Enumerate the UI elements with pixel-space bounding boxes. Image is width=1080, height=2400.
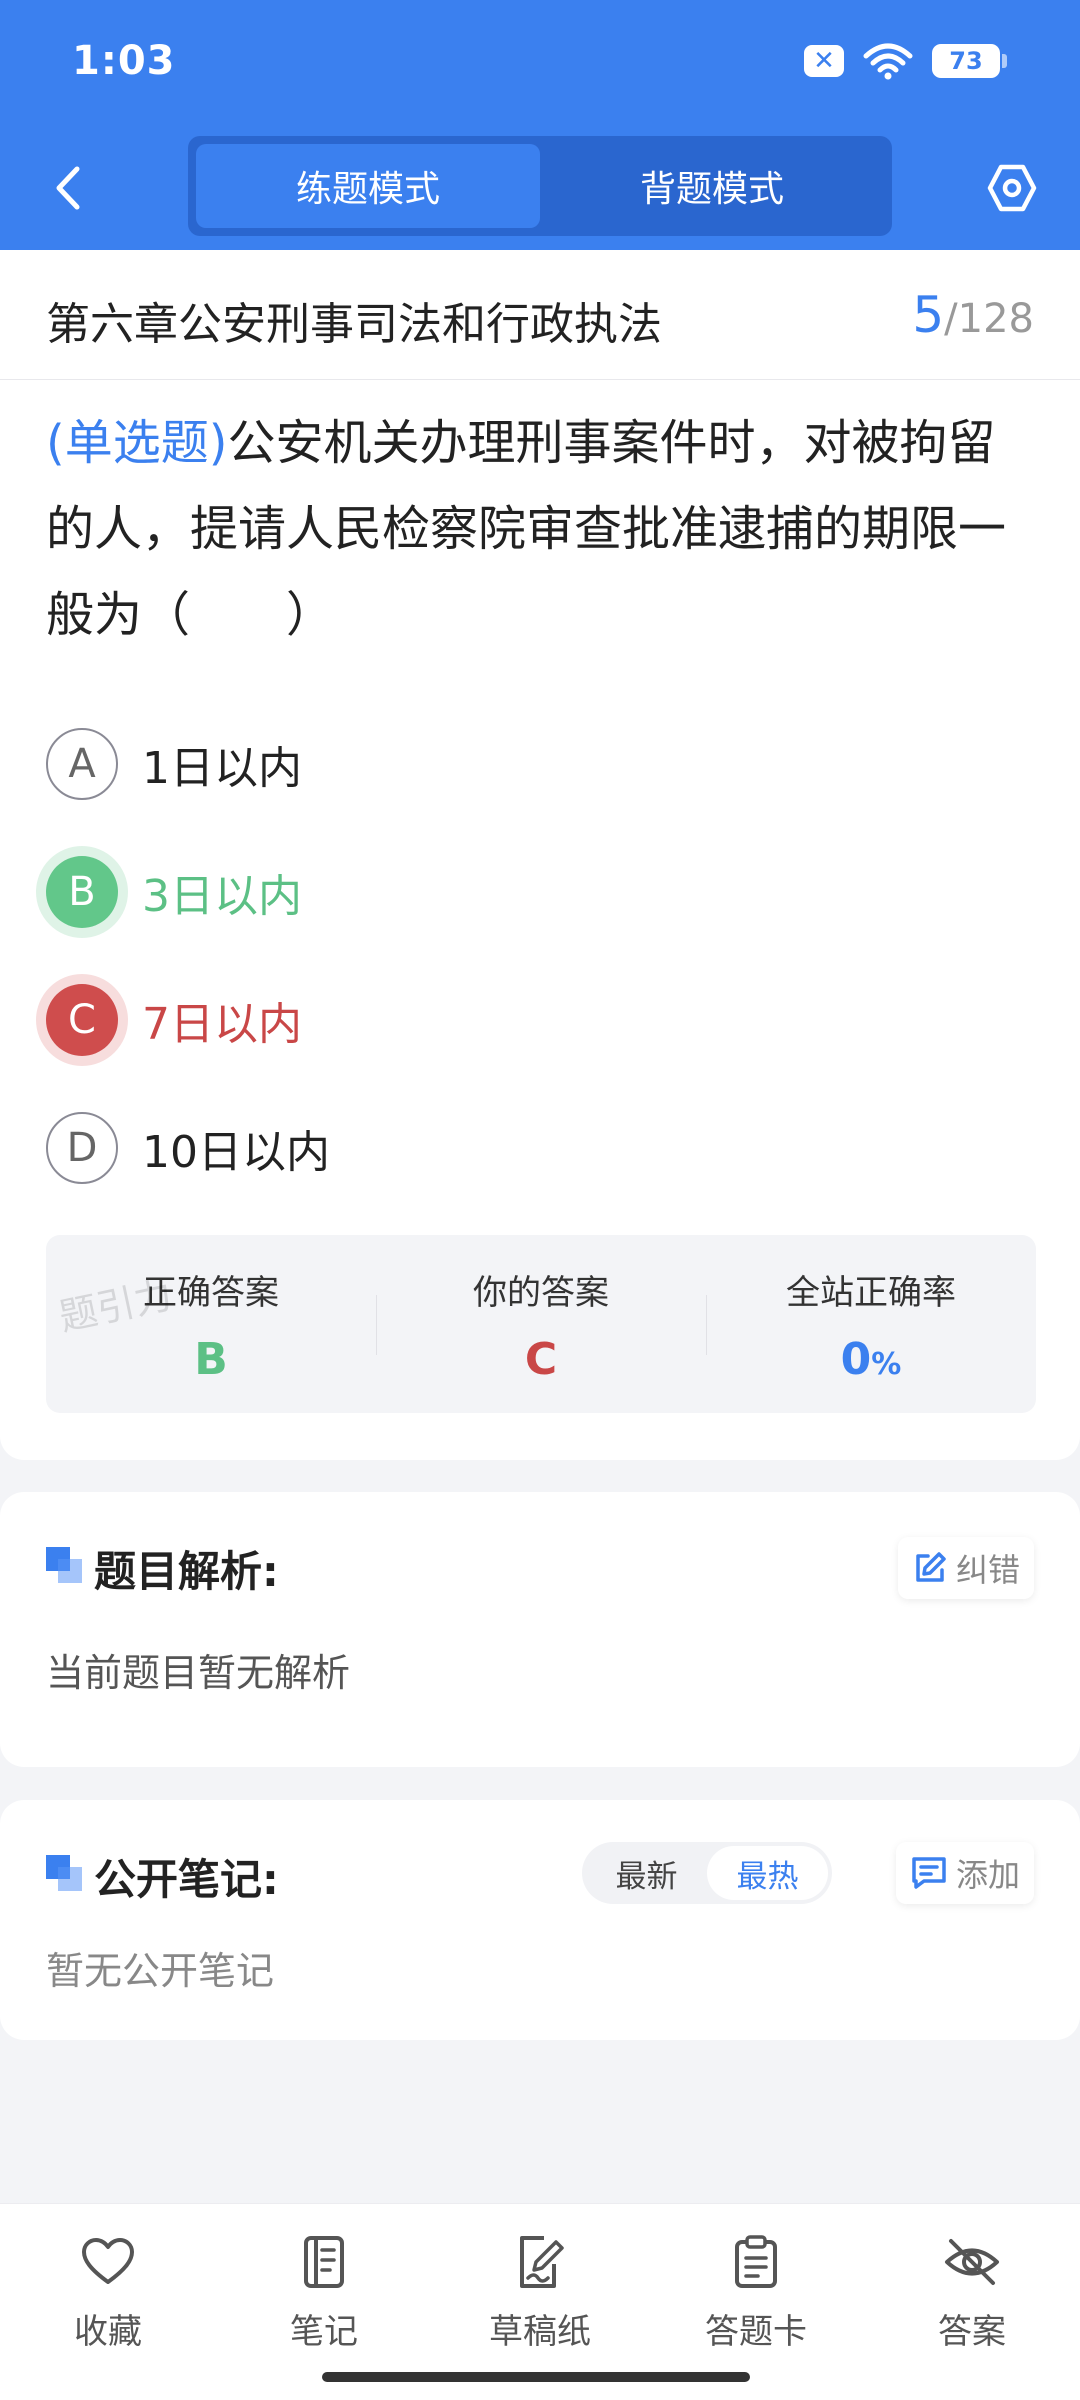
bottom-toolbar: 收藏 笔记 草稿纸 答题卡 答案 <box>0 2203 1080 2400</box>
chevron-left-icon <box>56 166 80 210</box>
option-c[interactable]: C 7日以内 <box>46 956 1036 1084</box>
report-error-label: 纠错 <box>955 1551 1020 1589</box>
notes-card: 公开笔记: 最新 最热 添加 暂无公开笔记 <box>0 1800 1080 2040</box>
tab-label: 答案 <box>938 2312 1006 2352</box>
home-indicator[interactable] <box>322 2372 750 2382</box>
back-button[interactable] <box>38 156 98 220</box>
chapter-title: 第六章公安刑事司法和行政执法 <box>46 299 662 350</box>
sort-hottest[interactable]: 最热 <box>707 1846 828 1900</box>
status-time: 1:03 <box>72 38 176 84</box>
question-card: 第六章公安刑事司法和行政执法 5/128 (单选题)公安机关办理刑事案件时，对被… <box>0 250 1080 1460</box>
option-text: 7日以内 <box>142 999 302 1050</box>
notebook-icon <box>294 2232 354 2292</box>
question-progress: 5/128 <box>912 286 1034 344</box>
chapter-row: 第六章公安刑事司法和行政执法 5/128 <box>0 250 1080 380</box>
tab-label: 答题卡 <box>705 2312 807 2352</box>
tab-favorite[interactable]: 收藏 <box>28 2232 188 2353</box>
correct-answer-value: B <box>194 1334 228 1385</box>
notes-sort-toggle: 最新 最热 <box>582 1842 832 1904</box>
analysis-empty-text: 当前题目暂无解析 <box>46 1651 351 1695</box>
accuracy-col: 全站正确率 0% <box>706 1235 1036 1413</box>
add-note-label: 添加 <box>955 1856 1020 1894</box>
report-error-button[interactable]: 纠错 <box>897 1537 1034 1599</box>
notes-empty-text: 暂无公开笔记 <box>46 1949 275 1993</box>
notes-title: 公开笔记: <box>94 1855 279 1904</box>
analysis-title: 题目解析: <box>94 1547 279 1596</box>
progress-total: /128 <box>944 296 1034 342</box>
mode-switch: 练题模式 背题模式 <box>188 136 892 236</box>
tab-draft-paper[interactable]: 草稿纸 <box>460 2232 620 2353</box>
settings-button[interactable] <box>980 156 1044 220</box>
tab-practice-mode[interactable]: 练题模式 <box>196 144 540 228</box>
analysis-card: 题目解析: 纠错 当前题目暂无解析 <box>0 1492 1080 1767</box>
status-bar: 1:03 ✕ 73 <box>0 0 1080 126</box>
status-icons: ✕ 73 <box>804 42 1007 80</box>
edit-icon <box>916 1552 946 1582</box>
progress-current: 5 <box>912 286 945 344</box>
sort-latest[interactable]: 最新 <box>586 1846 707 1900</box>
tab-label: 笔记 <box>290 2312 358 2352</box>
tab-show-answer[interactable]: 答案 <box>892 2232 1052 2353</box>
answer-card-icon <box>726 2232 786 2292</box>
question-type: (单选题) <box>46 415 228 471</box>
option-text: 3日以内 <box>142 871 302 922</box>
eye-off-icon <box>942 2232 1002 2292</box>
tab-label: 草稿纸 <box>489 2312 591 2352</box>
option-letter: C <box>46 984 118 1056</box>
wifi-icon <box>863 43 913 80</box>
comment-icon <box>912 1857 946 1889</box>
heart-icon <box>78 2232 138 2292</box>
nav-bar: 练题模式 背题模式 <box>0 126 1080 250</box>
option-text: 1日以内 <box>142 743 302 794</box>
section-marker-icon <box>46 1547 84 1585</box>
your-answer-value: C <box>524 1334 558 1385</box>
battery-icon: 73 <box>932 44 1007 78</box>
option-d[interactable]: D 10日以内 <box>46 1084 1036 1212</box>
option-b[interactable]: B 3日以内 <box>46 828 1036 956</box>
options-list: A 1日以内 B 3日以内 C 7日以内 D 10日以内 <box>46 700 1036 1212</box>
accuracy-number: 0 <box>840 1334 872 1385</box>
question-text: (单选题)公安机关办理刑事案件时，对被拘留的人，提请人民检察院审查批准逮捕的期限… <box>46 400 1036 658</box>
option-letter: B <box>46 856 118 928</box>
accuracy-label: 全站正确率 <box>786 1273 956 1313</box>
answer-summary: 正确答案 B 你的答案 C 全站正确率 0% <box>46 1235 1036 1413</box>
tab-answer-card[interactable]: 答题卡 <box>676 2232 836 2353</box>
option-text: 10日以内 <box>142 1127 330 1178</box>
no-sim-icon: ✕ <box>804 45 844 77</box>
hexagon-gear-icon <box>987 164 1037 212</box>
your-answer-label: 你的答案 <box>473 1273 609 1313</box>
accuracy-value: 0% <box>706 1334 1036 1385</box>
tab-label: 收藏 <box>74 2312 142 2352</box>
tab-recite-mode[interactable]: 背题模式 <box>540 144 884 228</box>
option-letter: A <box>46 728 118 800</box>
accuracy-unit: % <box>871 1347 902 1382</box>
section-marker-icon <box>46 1855 84 1893</box>
add-note-button[interactable]: 添加 <box>895 1842 1034 1904</box>
option-letter: D <box>46 1112 118 1184</box>
your-answer-col: 你的答案 C <box>376 1235 706 1413</box>
tab-notes[interactable]: 笔记 <box>244 2232 404 2353</box>
option-a[interactable]: A 1日以内 <box>46 700 1036 828</box>
draft-paper-icon <box>510 2232 570 2292</box>
